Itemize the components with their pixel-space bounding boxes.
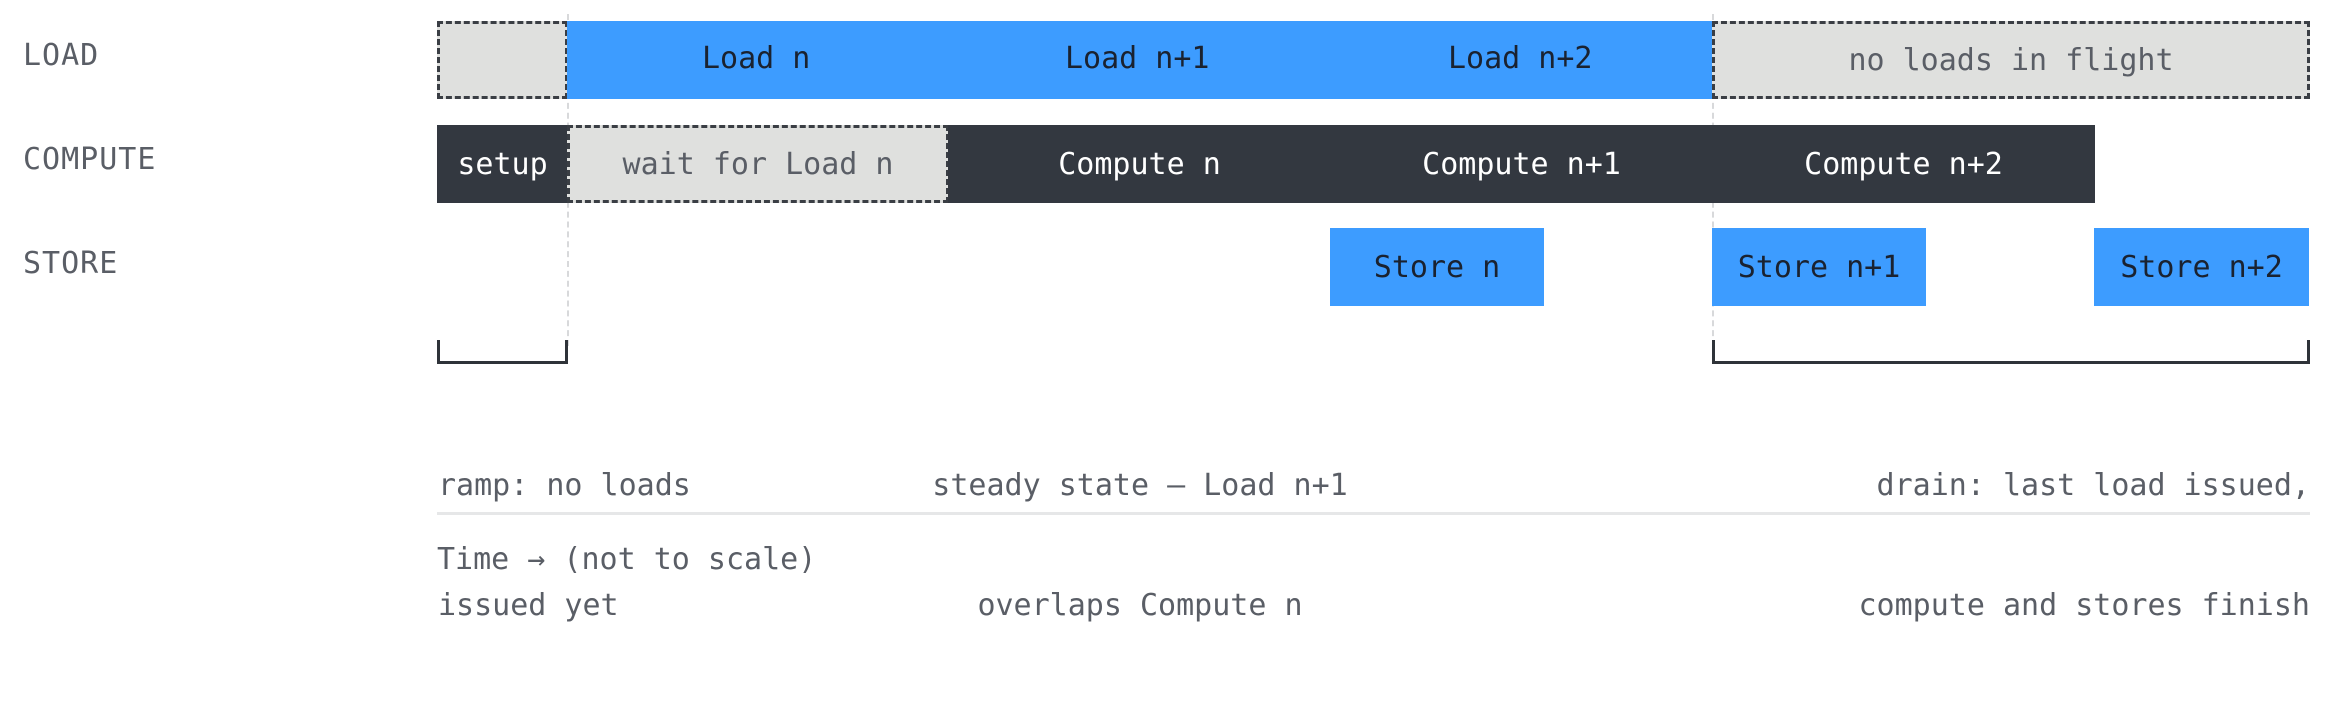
steady-note-line1: steady state — Load n+1 xyxy=(932,468,1348,503)
ramp-phase-bracket xyxy=(437,340,568,364)
compute-n1-block: Compute n+1 xyxy=(1330,125,1713,203)
time-axis-rule xyxy=(437,512,2310,515)
load-n2-label: Load n+2 xyxy=(1448,41,1593,76)
steady-phase-note: steady state — Load n+1 overlaps Compute… xyxy=(928,386,1352,706)
load-idle-drain-block: no loads in flight xyxy=(1712,21,2310,99)
compute-wait-block: wait for Load n xyxy=(567,125,949,203)
lane-label-load: LOAD xyxy=(23,38,100,73)
ramp-note-line2: issued yet xyxy=(438,588,619,623)
time-axis-caption: Time → (not to scale) xyxy=(437,542,817,577)
store-n-block: Store n xyxy=(1330,228,1544,306)
drain-phase-bracket xyxy=(1712,340,2310,364)
drain-note-line2: compute and stores finish xyxy=(1858,588,2310,623)
pipeline-timeline-diagram: LOAD COMPUTE STORE Load n Load n+1 Load … xyxy=(0,0,2326,623)
ramp-note-line1: ramp: no loads xyxy=(438,468,691,503)
load-n1-label: Load n+1 xyxy=(1065,41,1210,76)
store-n1-block: Store n+1 xyxy=(1712,228,1926,306)
load-idle-ramp-block xyxy=(437,21,568,99)
drain-note-line1: drain: last load issued, xyxy=(1876,468,2310,503)
compute-setup-block: setup xyxy=(437,125,568,203)
compute-n-block: Compute n xyxy=(948,125,1331,203)
load-active-block: Load n Load n+1 Load n+2 xyxy=(567,21,1713,99)
store-n2-block: Store n+2 xyxy=(2094,228,2309,306)
load-n-label: Load n xyxy=(702,41,811,76)
drain-phase-note: drain: last load issued, compute and sto… xyxy=(1830,386,2310,706)
lane-label-compute: COMPUTE xyxy=(23,142,157,177)
lane-label-store: STORE xyxy=(23,246,119,281)
compute-n2-block: Compute n+2 xyxy=(1712,125,2095,203)
steady-note-line2: overlaps Compute n xyxy=(977,588,1303,623)
